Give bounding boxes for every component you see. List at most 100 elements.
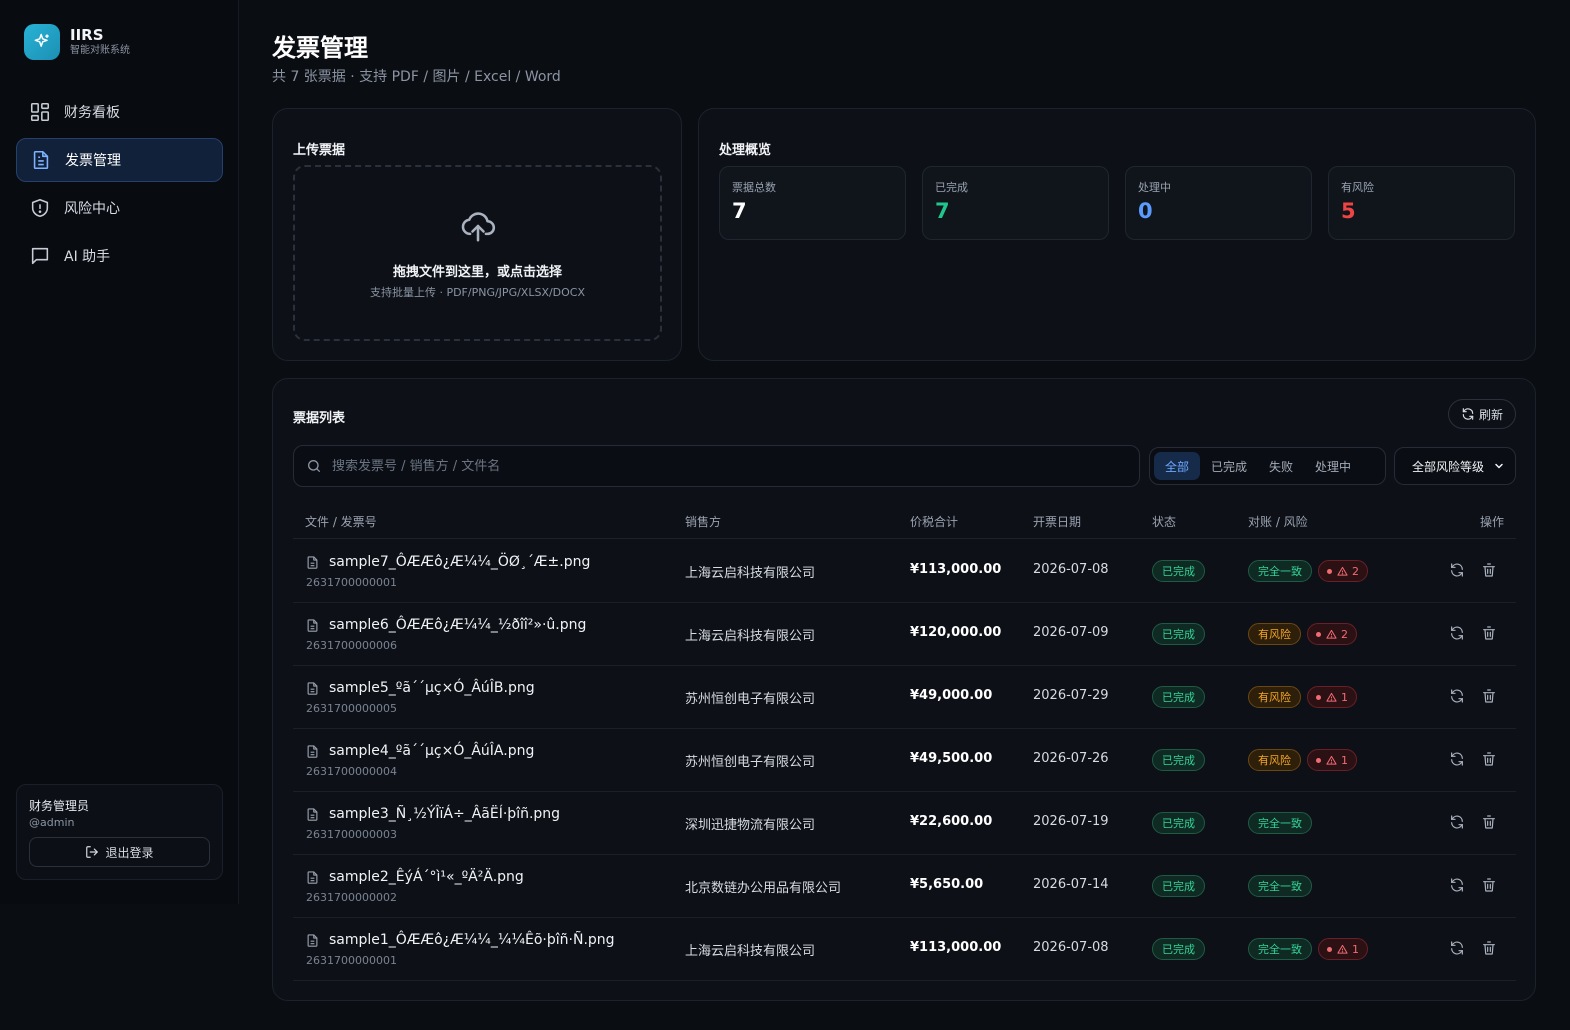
trash-icon[interactable] [1481,877,1497,897]
sidebar-item-invoices[interactable]: 发票管理 [16,138,223,182]
col-file: 文件 / 发票号 [305,515,377,529]
trash-icon[interactable] [1481,751,1497,771]
file-icon [305,933,320,952]
upload-dropzone[interactable]: 拖拽文件到这里，或点击选择 支持批量上传 · PDF/PNG/JPG/XLSX/… [293,165,662,341]
file-name: sample5_ºã´´µç×Ó_ÂúÎB.png [329,680,535,696]
page-subtitle: 共 7 张票据 · 支持 PDF / 图片 / Excel / Word [272,69,561,85]
risk-dot [1327,946,1332,952]
risk-count-badge: 1 [1318,938,1368,960]
invoice-number: 2631700000001 [306,954,397,967]
invoice-number: 2631700000003 [306,828,397,841]
recon-badge: 完全一致 [1248,812,1312,834]
status-badge: 已完成 [1152,749,1205,771]
trash-icon[interactable] [1481,814,1497,834]
reprocess-icon[interactable] [1449,877,1465,897]
invoice-number: 2631700000004 [306,765,397,778]
search-input[interactable] [332,458,1112,474]
upload-main-text: 拖拽文件到这里，或点击选择 [392,265,562,280]
risk-count-badge: 1 [1307,686,1357,708]
logout-label: 退出登录 [105,845,154,860]
table-row[interactable]: sample3_Ñ¸½ÝÎïÁ÷_ÂãËÍ·þîñ.png 2631700000… [293,792,1516,855]
trash-icon[interactable] [1481,625,1497,645]
stat-label: 票据总数 [732,181,776,194]
invoice-date: 2026-07-26 [1033,751,1109,766]
sidebar-nav: 财务看板 发票管理 风险中心 AI 助手 [16,90,223,282]
logout-button[interactable]: 退出登录 [29,837,210,867]
invoice-date: 2026-07-08 [1033,940,1109,955]
stat-label: 有风险 [1341,181,1374,194]
sidebar-item-ai-assistant[interactable]: AI 助手 [16,234,223,278]
warning-icon [1326,755,1337,766]
table-row[interactable]: sample6_ÔÆÆô¿Æ¼¼_½ðîî²»·û.png 2631700000… [293,603,1516,666]
risk-dot [1316,631,1321,637]
file-name: sample7_ÔÆÆô¿Æ¼¼_ÖØ¸´Æ±.png [329,554,591,570]
reprocess-icon[interactable] [1449,751,1465,771]
file-name: sample3_Ñ¸½ÝÎïÁ÷_ÂãËÍ·þîñ.png [329,806,561,822]
table-row[interactable]: sample1_ÔÆÆô¿Æ¼¼_¼¼Êõ·þîñ·Ñ.png 26317000… [293,918,1516,981]
risk-count: 1 [1341,753,1348,767]
trash-icon[interactable] [1481,562,1497,582]
status-badge: 已完成 [1152,938,1205,960]
sidebar: IIRS 智能对账系统 财务看板 发票管理 风险中心 AI 助手 财务管理员 @… [0,0,239,904]
file-name: sample1_ÔÆÆô¿Æ¼¼_¼¼Êõ·þîñ·Ñ.png [329,932,615,948]
amount: ¥5,650.00 [910,877,984,892]
refresh-button[interactable]: 刷新 [1448,399,1516,429]
list-title: 票据列表 [293,411,346,426]
page-title: 发票管理 [272,34,368,62]
filter-tab-failed[interactable]: 失败 [1258,452,1304,480]
stat-label: 处理中 [1138,181,1171,194]
invoice-number: 2631700000002 [306,891,397,904]
reprocess-icon[interactable] [1449,625,1465,645]
risk-dot [1316,694,1321,700]
risk-level-select[interactable]: 全部风险等级 [1394,447,1516,485]
recon-badge: 有风险 [1248,623,1301,645]
sidebar-item-risk[interactable]: 风险中心 [16,186,223,230]
status-badge: 已完成 [1152,623,1205,645]
invoice-date: 2026-07-14 [1033,877,1109,892]
user-card: 财务管理员 @admin 退出登录 [16,784,223,880]
filter-tab-all[interactable]: 全部 [1154,452,1201,480]
table-row[interactable]: sample5_ºã´´µç×Ó_ÂúÎB.png 2631700000005 … [293,666,1516,729]
warning-icon [1326,692,1337,703]
table-row[interactable]: sample4_ºã´´µç×Ó_ÂúÎA.png 2631700000004 … [293,729,1516,792]
overview-card: 处理概览 票据总数 7 已完成 7 处理中 0 有风险 5 [698,108,1536,361]
amount: ¥22,600.00 [910,814,993,829]
file-icon [305,744,320,763]
filter-tab-completed[interactable]: 已完成 [1200,452,1258,480]
brand[interactable]: IIRS 智能对账系统 [24,24,130,60]
stat-value: 7 [732,199,747,223]
risk-count-badge: 1 [1307,749,1357,771]
shield-icon [29,197,51,219]
trash-icon[interactable] [1481,940,1497,960]
overview-title: 处理概览 [719,143,772,158]
seller-name: 苏州恒创电子有限公司 [685,755,816,770]
reprocess-icon[interactable] [1449,940,1465,960]
stat-completed: 已完成 7 [922,166,1109,240]
stat-risk: 有风险 5 [1328,166,1515,240]
filter-tab-processing[interactable]: 处理中 [1304,452,1362,480]
recon-badge: 有风险 [1248,749,1301,771]
reprocess-icon[interactable] [1449,688,1465,708]
risk-count-badge: 2 [1318,560,1368,582]
reprocess-icon[interactable] [1449,562,1465,582]
status-badge: 已完成 [1152,686,1205,708]
stat-label: 已完成 [935,181,968,194]
table-row[interactable]: sample7_ÔÆÆô¿Æ¼¼_ÖØ¸´Æ±.png 263170000000… [293,540,1516,603]
seller-name: 苏州恒创电子有限公司 [685,692,816,707]
seller-name: 上海云启科技有限公司 [685,944,816,959]
status-badge: 已完成 [1152,875,1205,897]
amount: ¥49,500.00 [910,751,993,766]
risk-count: 1 [1341,690,1348,704]
table-row[interactable]: sample2_ÊýÁ´°ì¹«_ºÄ²Ä.png 2631700000002 … [293,855,1516,918]
table-body: sample7_ÔÆÆô¿Æ¼¼_ÖØ¸´Æ±.png 263170000000… [293,540,1516,981]
trash-icon[interactable] [1481,688,1497,708]
risk-count: 1 [1352,942,1359,956]
warning-icon [1337,566,1348,577]
sidebar-item-dashboard[interactable]: 财务看板 [16,90,223,134]
invoice-date: 2026-07-19 [1033,814,1109,829]
recon-badge: 完全一致 [1248,560,1312,582]
file-icon [305,681,320,700]
seller-name: 上海云启科技有限公司 [685,566,816,581]
reprocess-icon[interactable] [1449,814,1465,834]
document-icon [30,149,52,171]
